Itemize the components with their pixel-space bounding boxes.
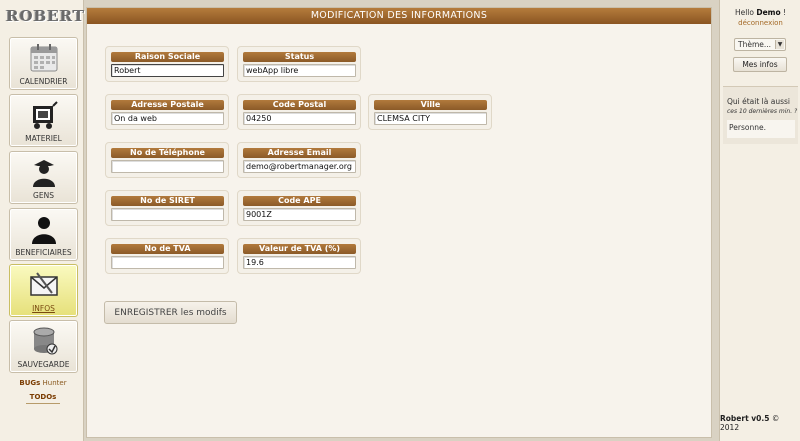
adresse-postale-input[interactable] <box>111 112 224 125</box>
database-icon <box>33 327 57 355</box>
nav-label: SAUVEGARDE <box>17 360 70 369</box>
app-logo[interactable]: ROBERT <box>6 7 84 29</box>
who-was-subtitle: ces 10 dernières min. ? <box>727 108 798 115</box>
nav-label: BENEFICIAIRES <box>15 248 72 257</box>
page-title: MODIFICATION DES INFORMATIONS <box>87 8 711 24</box>
envelope-icon <box>29 272 58 296</box>
code-ape-input[interactable] <box>243 208 356 221</box>
code-postal-input[interactable] <box>243 112 356 125</box>
raison-sociale-input[interactable] <box>111 64 224 77</box>
left-sidebar: ROBERT CALENDRIER MATERIEL GENS BENEFICI… <box>0 0 84 441</box>
field-code-postal: Code Postal <box>237 94 361 130</box>
theme-selected-value: Thème... <box>738 40 772 49</box>
theme-select[interactable]: Thème... ▼ <box>734 38 786 51</box>
bugs-hunter-link[interactable]: BUGs Hunter <box>14 379 72 389</box>
nav-item-infos[interactable]: INFOS <box>9 264 78 317</box>
field-label: No de TVA <box>111 244 224 254</box>
my-infos-button[interactable]: Mes infos <box>733 57 787 72</box>
field-label: Valeur de TVA (%) <box>243 244 356 254</box>
field-label: Adresse Postale <box>111 100 224 110</box>
right-sidebar: Hello Demo ! déconnexion Thème... ▼ Mes … <box>719 0 800 441</box>
who-was-title: Qui était là aussi <box>727 97 790 106</box>
version-info: Robert v0.5 © 2012 <box>720 414 794 432</box>
nav-item-sauvegarde[interactable]: SAUVEGARDE <box>9 320 78 373</box>
calendar-icon <box>30 44 57 72</box>
telephone-input[interactable] <box>111 160 224 173</box>
nav-item-calendrier[interactable]: CALENDRIER <box>9 37 78 90</box>
field-code-ape: Code APE <box>237 190 361 226</box>
valeur-tva-input[interactable] <box>243 256 356 269</box>
who-was-list: Personne. <box>727 120 795 138</box>
nav-label: MATERIEL <box>25 134 62 143</box>
version-name: Robert v0.5 <box>720 414 770 423</box>
field-adresse-postale: Adresse Postale <box>105 94 229 130</box>
todos-link[interactable]: TODOs <box>26 393 60 404</box>
tva-input[interactable] <box>111 256 224 269</box>
field-label: Raison Sociale <box>111 52 224 62</box>
equipment-cart-icon <box>32 101 58 129</box>
field-label: Status <box>243 52 356 62</box>
nav-label: CALENDRIER <box>19 77 68 86</box>
chevron-down-icon: ▼ <box>775 40 784 49</box>
nav-item-gens[interactable]: GENS <box>9 151 78 204</box>
username: Demo <box>756 8 781 17</box>
greeting-exclaim: ! <box>780 8 787 17</box>
field-label: No de SIRET <box>111 196 224 206</box>
status-input[interactable] <box>243 64 356 77</box>
save-button[interactable]: ENREGISTRER les modifs <box>104 301 237 324</box>
field-label: Adresse Email <box>243 148 356 158</box>
nav-label: INFOS <box>32 304 55 313</box>
field-siret: No de SIRET <box>105 190 229 226</box>
field-telephone: No de Téléphone <box>105 142 229 178</box>
nav-item-beneficiaires[interactable]: BENEFICIAIRES <box>9 208 78 261</box>
field-status: Status <box>237 46 361 82</box>
field-raison-sociale: Raison Sociale <box>105 46 229 82</box>
field-label: Code Postal <box>243 100 356 110</box>
people-icon <box>32 160 55 187</box>
person-silhouette-icon <box>31 217 56 244</box>
field-ville: Ville <box>368 94 492 130</box>
field-valeur-tva: Valeur de TVA (%) <box>237 238 361 274</box>
nav-label: GENS <box>33 191 54 200</box>
bugs-bold: BUGs <box>19 379 41 387</box>
field-email: Adresse Email <box>237 142 361 178</box>
user-greeting: Hello Demo ! <box>720 8 800 17</box>
main-panel: MODIFICATION DES INFORMATIONS Raison Soc… <box>86 7 712 438</box>
logout-link[interactable]: déconnexion <box>720 19 800 27</box>
field-label: Ville <box>374 100 487 110</box>
bugs-rest: Hunter <box>40 379 67 387</box>
siret-input[interactable] <box>111 208 224 221</box>
greeting-hello: Hello <box>734 8 757 17</box>
nav-item-materiel[interactable]: MATERIEL <box>9 94 78 147</box>
field-label: No de Téléphone <box>111 148 224 158</box>
field-label: Code APE <box>243 196 356 206</box>
field-tva: No de TVA <box>105 238 229 274</box>
who-was-here-panel: Qui était là aussi ces 10 dernières min.… <box>723 86 798 144</box>
email-input[interactable] <box>243 160 356 173</box>
ville-input[interactable] <box>374 112 487 125</box>
